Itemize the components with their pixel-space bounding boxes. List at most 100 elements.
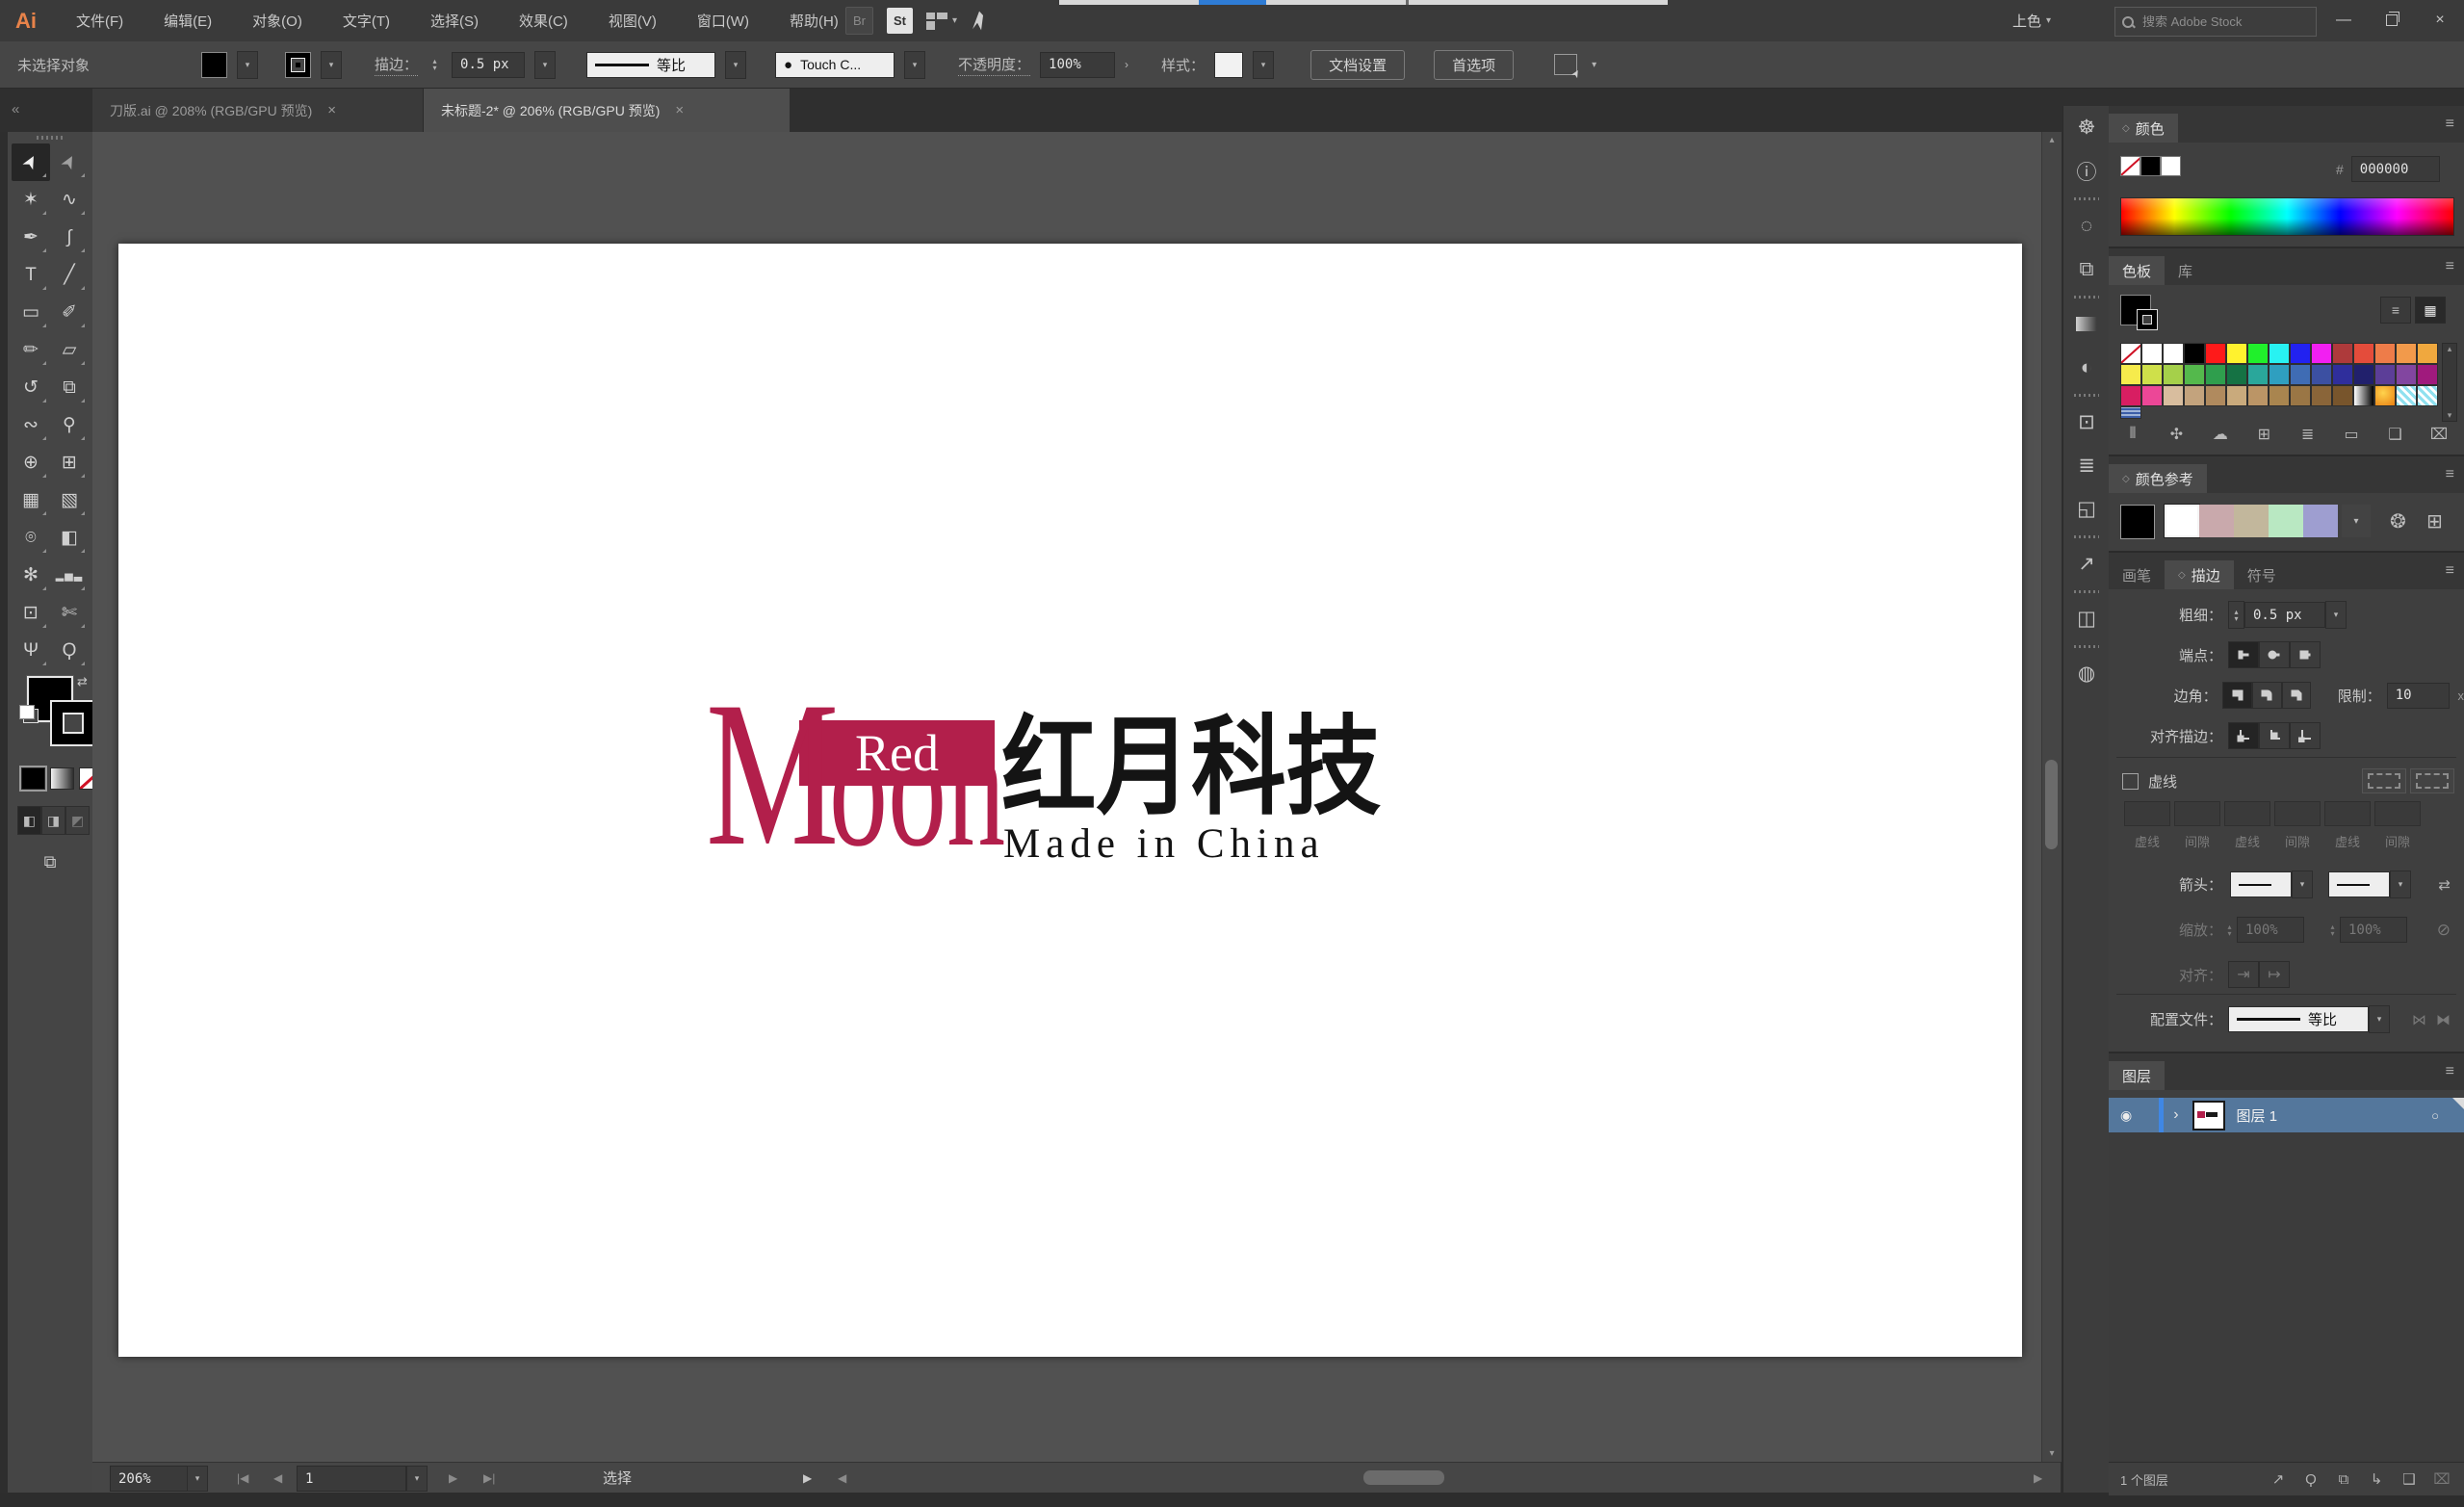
swatch[interactable] <box>2163 364 2184 385</box>
profile-chevron[interactable]: ▾ <box>2369 1005 2390 1033</box>
menu-item[interactable]: 编辑(E) <box>143 0 232 41</box>
panel-collapse-icon[interactable]: ◇ <box>2122 474 2130 484</box>
swatch[interactable] <box>2311 343 2332 364</box>
swatch[interactable] <box>2332 343 2353 364</box>
swatch[interactable] <box>2247 364 2269 385</box>
stroke-weight-label[interactable]: 描边： <box>375 54 419 76</box>
locate-object-icon[interactable]: Ϙ <box>2295 1471 2327 1488</box>
list-view-button[interactable]: ≡ <box>2380 297 2411 324</box>
scale-tool[interactable]: ⧉ <box>50 369 89 406</box>
pathfinder-panel-icon[interactable]: ⧉ <box>2063 247 2110 291</box>
swatch[interactable] <box>2226 343 2247 364</box>
selection-tool[interactable]: ➤ <box>12 143 50 181</box>
hscroll-left-icon[interactable]: ◀ <box>830 1466 854 1490</box>
new-color-group-icon[interactable]: ▭ <box>2335 422 2368 447</box>
limit-field[interactable]: 10 <box>2386 682 2451 709</box>
eraser-tool[interactable]: ▱ <box>50 331 89 369</box>
pen-tool[interactable]: ✒ <box>12 219 50 256</box>
swatch[interactable] <box>2417 343 2438 364</box>
swatch-libraries-icon[interactable]: ⫴ <box>2116 422 2149 447</box>
preserve-dashes-button[interactable] <box>2362 768 2406 793</box>
vertical-scrollbar[interactable]: ▴ ▾ <box>2041 132 2062 1462</box>
fill-color-swatch[interactable] <box>201 51 228 78</box>
swatch[interactable] <box>2120 343 2141 364</box>
variation-swatch[interactable] <box>2234 505 2269 537</box>
colorize-dropdown[interactable]: 上色 ▾ <box>2012 0 2051 41</box>
stroke-color-swatch[interactable] <box>285 51 312 78</box>
restore-button[interactable] <box>2368 0 2416 40</box>
column-graph-tool[interactable]: ▂▅▃ <box>50 557 89 594</box>
delete-swatch-icon[interactable]: ⌧ <box>2423 422 2455 447</box>
layer-row[interactable]: ◉ › 图层 1 ○ <box>2109 1098 2464 1132</box>
tab-symbols[interactable]: 符号 <box>2234 560 2290 589</box>
type-tool[interactable]: T <box>12 256 50 294</box>
width-profile-dropdown[interactable]: 等比 <box>586 51 716 78</box>
weight-chevron[interactable]: ▾ <box>2325 601 2347 629</box>
stepper-down-icon[interactable]: ▾ <box>2234 614 2238 622</box>
hex-value-field[interactable]: 000000 <box>2350 156 2440 182</box>
stock-icon[interactable]: St <box>887 8 913 34</box>
panel-menu-icon[interactable]: ≡ <box>2446 466 2454 483</box>
arrange-documents-button[interactable]: ▾ <box>926 12 957 30</box>
transparency-panel-icon[interactable]: ◐ <box>2063 346 2110 389</box>
stroke-indicator[interactable] <box>2138 310 2157 329</box>
profile-dropdown[interactable]: 等比 <box>2228 1006 2369 1032</box>
gradient-panel-icon[interactable] <box>2063 302 2110 346</box>
none-swatch[interactable] <box>2120 156 2140 176</box>
transform-panel-icon[interactable]: ⊡ <box>2063 401 2110 444</box>
make-clipping-mask-icon[interactable]: ⧉ <box>2327 1471 2360 1488</box>
prev-artboard-icon[interactable]: ◀ <box>266 1466 290 1490</box>
symbol-sprayer-tool[interactable]: ✻ <box>12 557 50 594</box>
swatch[interactable] <box>2290 343 2311 364</box>
swatch[interactable] <box>2205 343 2226 364</box>
width-tool[interactable]: ∾ <box>12 406 50 444</box>
magic-wand-panel-icon[interactable]: ◌ <box>2063 204 2110 247</box>
swatch[interactable] <box>2163 385 2184 406</box>
curvature-tool[interactable]: ∫ <box>50 219 89 256</box>
swatch[interactable] <box>2417 364 2438 385</box>
tools-grip[interactable] <box>37 136 64 140</box>
join-miter-button[interactable] <box>2222 682 2252 709</box>
direct-selection-tool[interactable]: ➤ <box>50 143 89 181</box>
canvas[interactable]: Red M oon 红月科技 Made in China <box>92 132 2041 1462</box>
color-themes-icon[interactable]: ✣ <box>2160 422 2192 447</box>
tab-brushes[interactable]: 画笔 <box>2109 560 2165 589</box>
info-panel-icon[interactable]: ⓘ <box>2063 149 2110 193</box>
cap-round-button[interactable] <box>2259 641 2290 668</box>
swatch[interactable] <box>2205 385 2226 406</box>
visibility-eye-icon[interactable]: ◉ <box>2120 1107 2132 1124</box>
document-setup-button[interactable]: 文档设置 <box>1310 49 1406 80</box>
expand-layer-icon[interactable]: › <box>2173 1106 2178 1124</box>
swatch[interactable] <box>2396 343 2417 364</box>
swatch[interactable] <box>2396 385 2417 406</box>
join-bevel-button[interactable] <box>2281 682 2312 709</box>
new-swatch-icon[interactable]: ❑ <box>2379 422 2412 447</box>
close-button[interactable]: × <box>2416 0 2464 40</box>
panel-collapse-icon[interactable]: ◇ <box>2122 123 2130 134</box>
scroll-up-icon[interactable]: ▴ <box>2042 135 2062 145</box>
swatch[interactable] <box>2184 343 2205 364</box>
panel-menu-icon[interactable]: ≡ <box>2446 1063 2454 1080</box>
eyedropper-tool[interactable]: ⌾ <box>12 519 50 557</box>
swatch[interactable] <box>2311 364 2332 385</box>
arrowhead-end-dropdown[interactable] <box>2328 871 2390 897</box>
width-profile-chevron[interactable]: ▾ <box>725 50 747 79</box>
artboards-panel-icon[interactable]: ◫ <box>2063 597 2110 640</box>
logo-company-name[interactable]: 红月科技 <box>1001 714 1381 821</box>
swatch[interactable] <box>2269 343 2290 364</box>
new-layer-icon[interactable]: ❑ <box>2393 1470 2425 1488</box>
document-tab-active[interactable]: 未标题-2* @ 206% (RGB/GPU 预览) × <box>424 89 790 132</box>
swatch[interactable] <box>2374 385 2396 406</box>
cap-butt-button[interactable] <box>2228 641 2259 668</box>
swatch[interactable] <box>2226 364 2247 385</box>
swatch-kinds-icon[interactable]: ⊞ <box>2247 422 2280 447</box>
image-trace-panel-icon[interactable]: ◍ <box>2063 652 2110 695</box>
dash-gap-field[interactable] <box>2374 801 2421 826</box>
swatch[interactable] <box>2247 385 2269 406</box>
cap-projecting-button[interactable] <box>2290 641 2321 668</box>
stroke-weight-field[interactable]: 0.5 px <box>452 51 526 78</box>
menu-item[interactable]: 选择(S) <box>410 0 499 41</box>
tab-layers[interactable]: 图层 <box>2109 1061 2166 1090</box>
swatch[interactable] <box>2120 385 2141 406</box>
select-similar-chevron[interactable]: ▾ <box>1592 60 1596 70</box>
